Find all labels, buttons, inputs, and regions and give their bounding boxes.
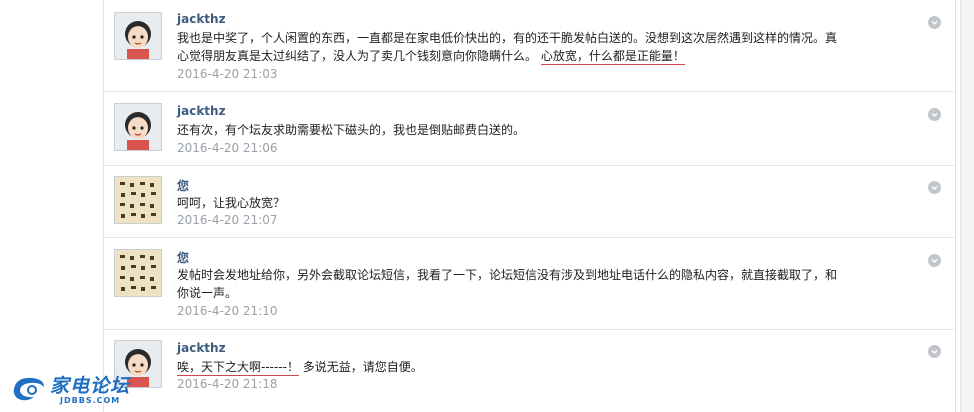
comment-timestamp: 2016-4-20 21:07: [177, 213, 278, 227]
comment-timestamp: 2016-4-20 21:06: [177, 141, 278, 155]
comment-author[interactable]: jackthz: [177, 12, 226, 26]
site-watermark-logo: 家电论坛 JDBBS.COM: [10, 371, 140, 412]
cartoon-girl-avatar-icon: [115, 104, 161, 150]
comment-menu-button[interactable]: [928, 16, 941, 29]
scrollbar[interactable]: [960, 0, 974, 412]
comment-item: 您 呵呵，让我心放宽？ 2016-4-20 21:07: [104, 166, 955, 238]
comment-text: 唉，天下之大啊------！ 多说无益，请您自便。: [177, 360, 423, 376]
comment-menu-button[interactable]: [928, 254, 941, 267]
calligraphy-avatar-icon: [115, 250, 161, 296]
site-name: 家电论坛: [50, 375, 131, 397]
avatar[interactable]: [114, 103, 162, 151]
avatar[interactable]: [114, 176, 162, 224]
comment-item: 您 发帖时会发地址给你，另外会截取论坛短信，我看了一下，论坛短信没有涉及到地址电…: [104, 238, 955, 330]
chevron-down-icon: [931, 20, 938, 26]
comment-author[interactable]: jackthz: [177, 341, 226, 355]
comment-text: 呵呵，让我心放宽？: [177, 196, 286, 210]
swirl-logo-icon: [13, 377, 45, 401]
comment-menu-button[interactable]: [928, 181, 941, 194]
comment-text: 我也是中奖了，个人闲置的东西，一直都是在家电低价快出的，有的还干脆发帖白送的。没…: [177, 31, 838, 65]
avatar[interactable]: [114, 249, 162, 297]
cartoon-girl-avatar-icon: [115, 13, 161, 59]
comment-timestamp: 2016-4-20 21:03: [177, 67, 278, 81]
comment-item: jackthz 唉，天下之大啊------！ 多说无益，请您自便。 2016-4…: [104, 330, 955, 412]
chevron-down-icon: [931, 258, 938, 264]
avatar[interactable]: [114, 12, 162, 60]
right-border: [955, 0, 956, 412]
comment-text: 还有次，有个坛友求助需要松下磁头的，我也是倒贴邮费白送的。: [177, 123, 526, 137]
comment-author[interactable]: 您: [177, 249, 189, 266]
comment-timestamp: 2016-4-20 21:10: [177, 304, 278, 318]
site-url: JDBBS.COM: [60, 396, 121, 405]
comment-item: jackthz 我也是中奖了，个人闲置的东西，一直都是在家电低价快出的，有的还干…: [104, 0, 955, 92]
comment-timestamp: 2016-4-20 21:18: [177, 377, 278, 391]
comment-menu-button[interactable]: [928, 345, 941, 358]
chevron-down-icon: [931, 185, 938, 191]
comment-menu-button[interactable]: [928, 108, 941, 121]
comment-text: 发帖时会发地址给你，另外会截取论坛短信，我看了一下，论坛短信没有涉及到地址电话什…: [177, 268, 838, 300]
comment-author[interactable]: 您: [177, 177, 189, 194]
chevron-down-icon: [931, 112, 938, 118]
comment-author[interactable]: jackthz: [177, 104, 226, 118]
comment-item: jackthz 还有次，有个坛友求助需要松下磁头的，我也是倒贴邮费白送的。 20…: [104, 92, 955, 166]
calligraphy-avatar-icon: [115, 177, 161, 223]
chevron-down-icon: [931, 349, 938, 355]
